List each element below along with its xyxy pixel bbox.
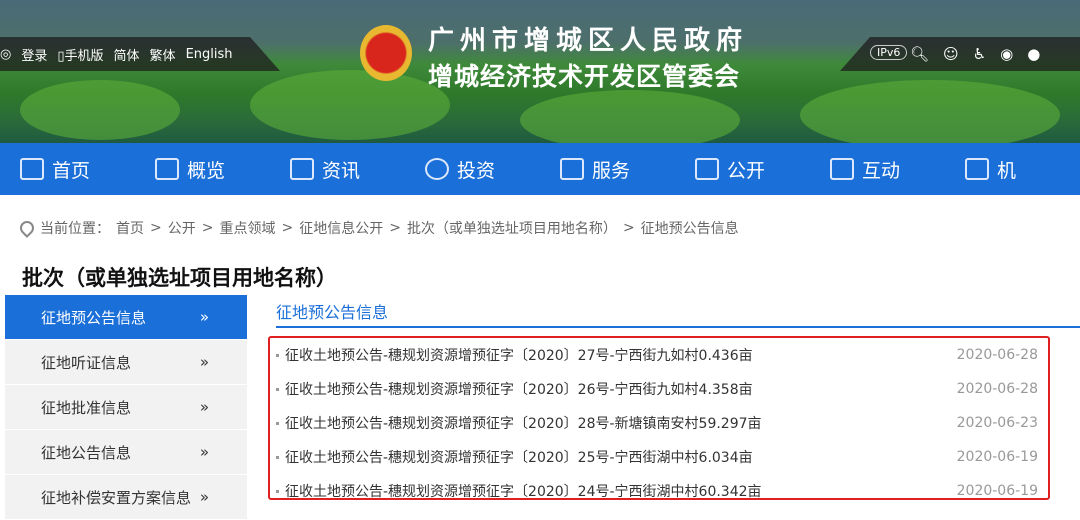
nav-service[interactable]: 服务 [540, 156, 675, 183]
nav-interact[interactable]: 互动 [810, 156, 945, 183]
list-icon [155, 158, 179, 180]
notice-list: 征收土地预公告-穗规划资源增预征字〔2020〕27号-宁西街九如村0.436亩 2… [276, 338, 1038, 508]
org-chart-icon [965, 158, 989, 180]
nav-home[interactable]: 首页 [0, 156, 135, 183]
wechat-icon[interactable]: ● [1027, 45, 1040, 63]
accessibility-icon[interactable]: ♿︎ [973, 45, 986, 63]
chevron-right-icon: » [199, 488, 209, 506]
tab-divider [276, 326, 1080, 328]
list-item[interactable]: 征收土地预公告-穗规划资源增预征字〔2020〕26号-宁西街九如村4.358亩 2… [276, 372, 1038, 406]
simplified-link[interactable]: 简体 [114, 45, 140, 64]
traditional-link[interactable]: 繁体 [150, 45, 176, 64]
list-item[interactable]: 征收土地预公告-穗规划资源增预征字〔2020〕25号-宁西街湖中村6.034亩 2… [276, 440, 1038, 474]
chevron-right-icon: » [199, 308, 209, 326]
news-icon [290, 158, 314, 180]
breadcrumb-link[interactable]: 批次（或单独选址项目用地名称） [407, 218, 617, 238]
breadcrumb-link[interactable]: 征地预公告信息 [641, 218, 739, 238]
user-icon: ◎ [0, 46, 12, 62]
sidebar-item[interactable]: 征地听证信息» [5, 340, 247, 384]
english-link[interactable]: English [186, 47, 233, 62]
weibo-icon[interactable]: ◉ [1000, 45, 1013, 63]
chat-icon [830, 158, 854, 180]
briefcase-icon [560, 158, 584, 180]
location-icon [17, 218, 37, 238]
sidebar: 征地预公告信息» 征地听证信息» 征地批准信息» 征地公告信息» 征地补偿安置方… [5, 295, 247, 520]
sidebar-item[interactable]: 征地批准信息» [5, 385, 247, 429]
list-item[interactable]: 征收土地预公告-穗规划资源增预征字〔2020〕28号-新塘镇南安村59.297亩… [276, 406, 1038, 440]
nav-public[interactable]: 公开 [675, 156, 810, 183]
site-title: 广州市增城区人民政府 增城经济技术开发区管委会 [428, 26, 749, 91]
breadcrumb-link[interactable]: 公开 [168, 218, 196, 238]
list-item[interactable]: 征收土地预公告-穗规划资源增预征字〔2020〕24号-宁西街湖中村60.342亩… [276, 474, 1038, 508]
search-icon[interactable]: 🔍︎ [910, 45, 929, 63]
main-nav: 首页 概览 资讯 投资 服务 公开 互动 机 [0, 143, 1080, 195]
monitor-icon [695, 158, 719, 180]
ipv6-badge: IPv6 [870, 45, 908, 60]
chevron-right-icon: » [199, 398, 209, 416]
breadcrumb-link[interactable]: 首页 [116, 218, 144, 238]
chevron-right-icon: » [199, 443, 209, 461]
sidebar-item[interactable]: 征地公告信息» [5, 430, 247, 474]
top-links-bar: ◎ 登录 ▯手机版 简体 繁体 English [0, 37, 280, 71]
mobile-link[interactable]: ▯手机版 [57, 45, 103, 64]
section-tab[interactable]: 征地预公告信息 [276, 299, 388, 323]
page-title: 批次（或单独选址项目用地名称） [22, 266, 337, 290]
elder-mode-icon[interactable]: ☺ [943, 45, 959, 63]
nav-org[interactable]: 机 [945, 156, 1080, 183]
list-item[interactable]: 征收土地预公告-穗规划资源增预征字〔2020〕27号-宁西街九如村0.436亩 2… [276, 338, 1038, 372]
sidebar-item[interactable]: 征地补偿安置方案信息» [5, 475, 247, 519]
national-emblem-logo [360, 25, 412, 81]
login-link[interactable]: 登录 [21, 45, 47, 64]
home-icon [20, 158, 44, 180]
sidebar-item[interactable]: 征地预公告信息» [5, 295, 247, 339]
nav-overview[interactable]: 概览 [135, 156, 270, 183]
breadcrumb-link[interactable]: 征地信息公开 [299, 218, 383, 238]
nav-invest[interactable]: 投资 [405, 156, 540, 183]
chevron-right-icon: » [199, 353, 209, 371]
header-banner: ◎ 登录 ▯手机版 简体 繁体 English 🔍︎ ☺ ♿︎ ◉ ● IPv6… [0, 0, 1080, 143]
breadcrumb: 当前位置： 首页 > 公开 > 重点领域 > 征地信息公开 > 批次（或单独选址项目用地… [17, 218, 739, 238]
nav-news[interactable]: 资讯 [270, 156, 405, 183]
globe-icon [425, 158, 449, 180]
breadcrumb-link[interactable]: 重点领域 [219, 218, 275, 238]
